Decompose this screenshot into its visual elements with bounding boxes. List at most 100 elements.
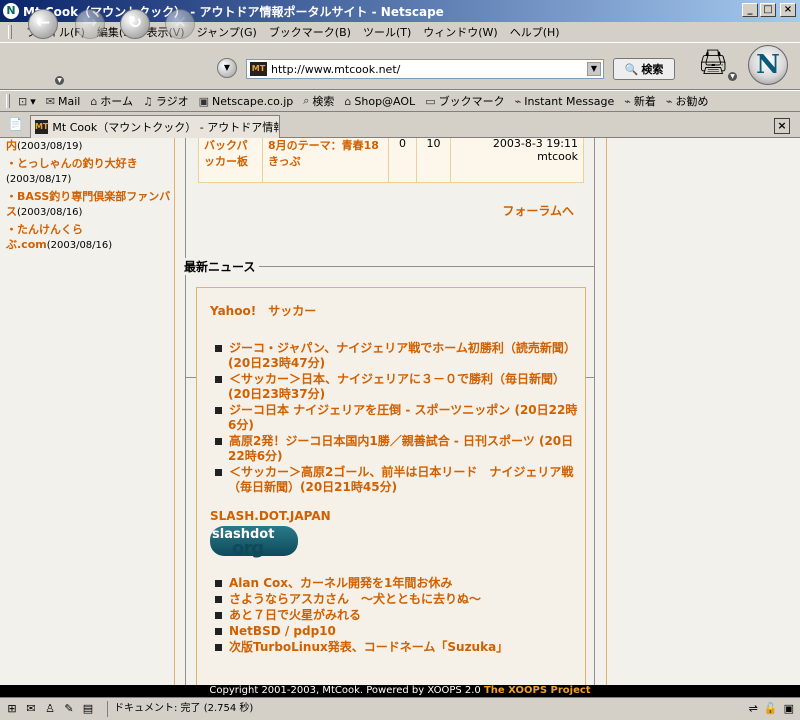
forum-topic-count: 0 [388,138,417,183]
right-column [606,138,800,685]
menu-go[interactable]: ジャンプ(G) [191,24,263,40]
news-item[interactable]: NetBSD / pdp10 [210,624,585,639]
status-bar: ⊞ ✉ ♙ ✎ ▤ ドキュメント: 完了 (2.754 秒) ⇌ 🔓 ▣ [0,697,800,720]
bookmark-search[interactable]: ⌕ 検索 [303,93,334,109]
sidebar-link[interactable]: ・たんけんくらぶ.com(2003/08/16) [6,222,174,253]
netscape-logo[interactable]: N [748,45,788,85]
news-item[interactable]: あと７日で火星がみれる [210,608,585,623]
copyright-bar: Copyright 2001-2003, MtCook. Powered by … [0,685,800,697]
minimize-button[interactable]: _ [742,3,758,17]
mail-icon: ✉ [45,94,55,108]
aim-icon[interactable]: ♙ [42,702,58,716]
shop-icon: ⌂ [344,94,352,108]
forum-last-post-date: 2003-8-3 19:11 [492,138,578,150]
maximize-button[interactable]: □ [760,3,776,17]
close-window-button[interactable]: × [780,3,796,17]
news-item[interactable]: Alan Cox、カーネル開発を1年間お休み [210,576,585,591]
online-icon[interactable]: ⇌ [749,702,758,715]
news-item[interactable]: 高原2発！ジーコ日本国内1勝／親善試合 - 日刊スポーツ (20日22時6分) [210,434,585,464]
bookmark-mail[interactable]: ✉ Mail [46,95,81,108]
headphones-icon: ♫ [142,94,153,108]
table-row: バックパッカー板 8月のテーマ：青春18きっぷ 0 10 2003-8-3 19… [198,138,584,183]
tab-title: Mt Cook（マウントクック） - アウトドア情報ポ... [52,121,279,134]
news-item[interactable]: ジーコ日本 ナイジェリアを圧倒 - スポーツニッポン (20日22時6分) [210,403,585,433]
sidebar-link[interactable]: ・とっしゃんの釣り大好き (2003/08/17) [6,156,174,187]
search-button-label: 検索 [641,63,664,76]
url-input[interactable] [271,62,581,76]
bookmark-instant-message[interactable]: ⌁ Instant Message [515,95,615,108]
site-favicon: MT [250,62,267,76]
menu-window[interactable]: ウィンドウ(W) [417,24,503,40]
status-indicators: ⇌ 🔓 ▣ [749,702,794,715]
tab-favicon: MT [35,120,49,134]
toolbar-menu-icon[interactable]: ⊡ ▾ [18,95,36,108]
tab-mtcook[interactable]: MT Mt Cook（マウントクック） - アウトドア情報ポ... [30,115,280,138]
personal-toolbar-grip[interactable] [6,94,10,108]
magnifier-icon: 🔍 [624,62,639,76]
link-icon: ⌁ [514,94,522,108]
navigator-icon[interactable]: ⊞ [4,702,20,716]
forum-last-post: 2003-8-3 19:11 mtcook [450,138,584,183]
forum-last-post-user[interactable]: mtcook [456,150,578,163]
copyright-text: Copyright 2001-2003, MtCook. Powered by … [209,685,484,696]
slashdot-logo[interactable]: slashdot org [210,526,298,559]
forum-name[interactable]: バックパッカー板 [198,138,263,183]
url-dropdown-button[interactable]: ▼ [217,58,237,78]
bookmark-shop-aol[interactable]: ⌂ Shop@AOL [344,95,415,108]
news-item[interactable]: さようならアスカさん ～犬とともに去りぬ～ [210,592,585,607]
bookmark-home[interactable]: ⌂ ホーム [90,93,133,109]
forum-post-count: 10 [416,138,451,183]
news-source-slashdot[interactable]: SLASH.DOT.JAPAN [210,509,585,523]
toolbar-grip[interactable] [8,25,12,39]
print-icon[interactable]: 🖨 [698,48,728,78]
news-item[interactable]: 次版TurboLinux発表、コードネーム「Suzuka」 [210,640,585,655]
left-column: 内(2003/08/19) ・とっしゃんの釣り大好き (2003/08/17) ・… [0,138,175,685]
new-tab-icon[interactable]: 📄 [8,117,24,133]
back-button[interactable]: ← [28,9,58,39]
forum-topic[interactable]: 8月のテーマ：青春18きっぷ [262,138,389,183]
window-controls: _ □ × [742,3,796,17]
forward-button[interactable]: → [75,9,105,39]
news-inner: Yahoo! サッカー ジーコ・ジャパン、ナイジェリア戦でホーム初勝利（読売新聞… [196,287,586,685]
news-source-yahoo[interactable]: Yahoo! サッカー [210,302,585,319]
menu-help[interactable]: ヘルプ(H) [504,24,566,40]
home-icon: ⌂ [90,94,98,108]
news-list-yahoo: ジーコ・ジャパン、ナイジェリア戦でホーム初勝利（読売新聞）(20日23時47分)… [210,341,585,495]
url-bar[interactable]: MT ▼ [246,59,604,79]
news-item[interactable]: ＜サッカー＞日本、ナイジェリアに３－０で勝利（毎日新聞）(20日23時37分) [210,372,585,402]
news-item[interactable]: ＜サッカー＞高原2ゴール、前半は日本リード ナイジェリア戦（毎日新聞）(20日2… [210,465,585,495]
news-list-slashdot: Alan Cox、カーネル開発を1年間お休み さようならアスカさん ～犬とともに… [210,576,585,655]
folder-icon: ▭ [425,94,436,108]
bookmark-recommend[interactable]: ⌁ お勧め [666,93,709,109]
back-history-dropdown[interactable]: ▼ [55,76,64,85]
stop-button[interactable]: ✕ [165,9,195,39]
personal-toolbar: ⊡ ▾ ✉ Mail ⌂ ホーム ♫ ラジオ ▣ Netscape.co.jp ⌕ 検索 ⌂… [0,90,800,112]
sidebar-link[interactable]: ・BASS釣り専門倶楽部ファンバス(2003/08/16) [6,189,174,220]
status-text: ドキュメント: 完了 (2.754 秒) [107,701,253,717]
sidebar-link[interactable]: 内(2003/08/19) [6,138,174,154]
sidebar-toggle-icon[interactable]: ▣ [784,702,794,715]
bookmark-bookmarks[interactable]: ▭ ブックマーク [425,93,504,109]
forum-table: バックパッカー板 8月のテーマ：青春18きっぷ 0 10 2003-8-3 19… [198,138,584,183]
bookmark-new[interactable]: ⌁ 新着 [624,93,656,109]
news-item[interactable]: ジーコ・ジャパン、ナイジェリア戦でホーム初勝利（読売新聞）(20日23時47分) [210,341,585,371]
url-history-dropdown[interactable]: ▼ [587,62,601,76]
slashdot-logo-sub: org [232,538,264,559]
menu-bookmarks[interactable]: ブックマーク(B) [263,24,357,40]
forum-link[interactable]: フォーラムへ [502,202,574,219]
reload-button[interactable]: ↻ [120,9,150,39]
mail-icon[interactable]: ✉ [23,702,39,716]
search-button[interactable]: 🔍 検索 [613,58,675,80]
bookmark-netscape[interactable]: ▣ Netscape.co.jp [199,95,294,108]
security-lock-icon[interactable]: 🔓 [764,702,778,715]
address-book-icon[interactable]: ▤ [80,702,96,716]
menu-tools[interactable]: ツール(T) [357,24,417,40]
close-tab-button[interactable]: × [774,118,790,134]
my-netscape-icon: ▣ [198,94,210,108]
tab-bar: 📄 MT Mt Cook（マウントクック） - アウトドア情報ポ... × [0,113,800,138]
print-dropdown[interactable]: ▼ [728,72,737,81]
latest-news-block: 最新ニュース Yahoo! サッカー ジーコ・ジャパン、ナイジェリア戦でホーム初… [184,258,595,685]
composer-icon[interactable]: ✎ [61,702,77,716]
bookmark-radio[interactable]: ♫ ラジオ [143,93,189,109]
xoops-link[interactable]: The XOOPS Project [484,685,591,696]
